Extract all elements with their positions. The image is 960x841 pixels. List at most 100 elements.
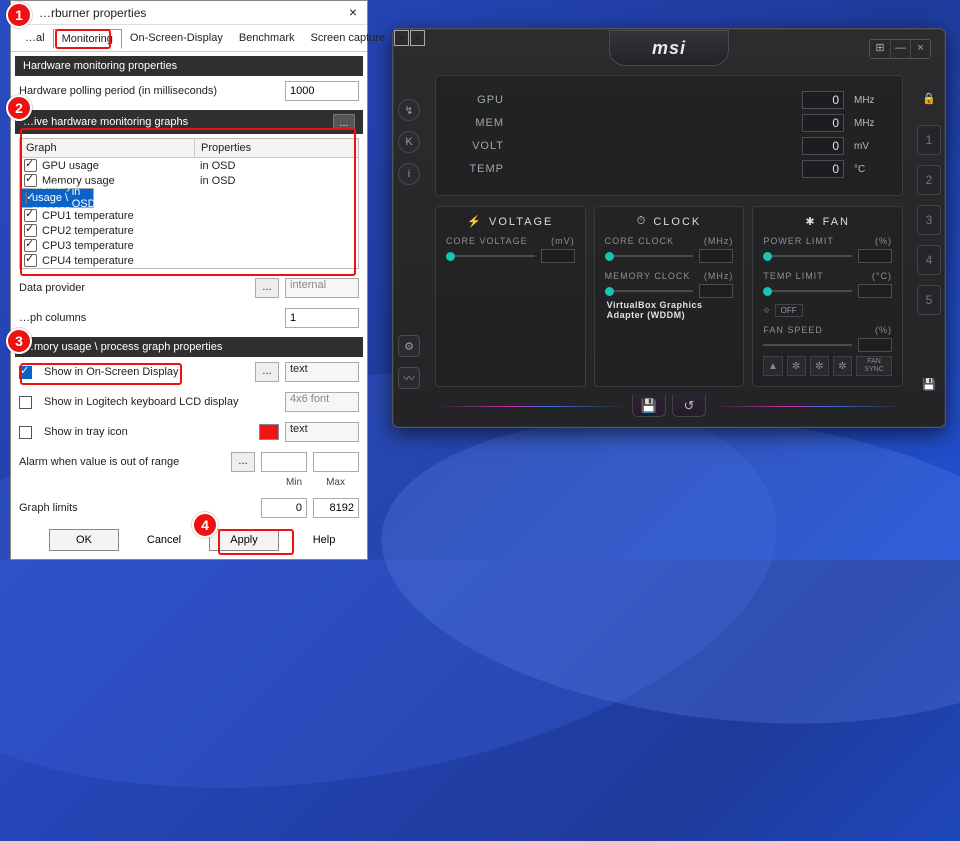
tab-scroll-right-icon[interactable]: ▸ — [410, 30, 425, 46]
tab-osd[interactable]: On-Screen-Display — [122, 29, 231, 47]
core-clock-value[interactable] — [699, 249, 733, 263]
power-limit-slider[interactable] — [763, 255, 852, 257]
monitor-icon[interactable]: 〰 — [398, 367, 420, 389]
gauge-icon: ⏱ — [637, 215, 648, 228]
callout-4: 4 — [192, 512, 218, 538]
graph-row[interactable]: CPU temperature — [20, 268, 358, 269]
profile-slot-3[interactable]: 3 — [917, 205, 941, 235]
apply-button[interactable]: Apply — [209, 529, 279, 551]
graph-row[interactable]: CPU1 temperature — [20, 208, 358, 223]
graph-row[interactable]: GPU usagein OSD — [20, 158, 358, 173]
profile-slot-1[interactable]: 1 — [917, 125, 941, 155]
core-clock-slider[interactable] — [605, 255, 694, 257]
startup-icon[interactable]: ↯ — [398, 99, 420, 121]
close-icon[interactable]: × — [343, 3, 363, 23]
fan-sync-button[interactable]: FAN SYNC — [856, 356, 892, 376]
info-icon[interactable]: i — [398, 163, 420, 185]
section-hardware-monitoring: Hardware monitoring properties — [15, 56, 363, 76]
tab-screen-capture[interactable]: Screen capture — [302, 29, 393, 47]
graph-checkbox[interactable] — [24, 209, 37, 222]
link-icon[interactable]: ⟐ — [763, 306, 769, 316]
fan-auto-toggle[interactable]: OFF — [775, 304, 803, 317]
alarm-more-button[interactable]: ... — [231, 452, 255, 472]
show-in-tray-mode[interactable]: text — [285, 422, 359, 442]
save-profile-icon[interactable]: 💾 — [918, 373, 940, 395]
dialog-titlebar[interactable]: …rburner properties × — [11, 1, 367, 25]
graph-limit-hi[interactable] — [313, 498, 359, 518]
tray-color-swatch[interactable] — [259, 424, 279, 440]
section-graph-properties: …mory usage \ process graph properties — [15, 337, 363, 357]
core-voltage-slider[interactable] — [446, 255, 535, 257]
profile-slot-5[interactable]: 5 — [917, 285, 941, 315]
show-in-osd-mode[interactable]: text — [285, 362, 359, 382]
tab-benchmark[interactable]: Benchmark — [231, 29, 303, 47]
show-in-tray-label: Show in tray icon — [44, 426, 253, 438]
graph-checkbox[interactable] — [24, 254, 37, 267]
cancel-button[interactable]: Cancel — [129, 529, 199, 551]
msi-minimize-icon[interactable]: — — [890, 40, 910, 58]
profile-sync2-icon[interactable]: ✼ — [810, 356, 829, 376]
profile-slot-2[interactable]: 2 — [917, 165, 941, 195]
graphs-list[interactable]: Graph Properties GPU usagein OSDMemory u… — [19, 138, 359, 269]
lock-icon[interactable]: 🔒 — [918, 87, 940, 109]
msi-close-icon[interactable]: × — [910, 40, 930, 58]
show-in-osd-checkbox[interactable] — [19, 366, 32, 379]
save-icon[interactable]: 💾 — [632, 395, 666, 417]
graph-row[interactable]: CPU4 temperature — [20, 253, 358, 268]
alarm-max-input[interactable] — [313, 452, 359, 472]
show-in-osd-more-button[interactable]: ... — [255, 362, 279, 382]
show-in-lcd-label: Show in Logitech keyboard LCD display — [44, 396, 279, 408]
graph-checkbox[interactable] — [24, 159, 37, 172]
profile-sync3-icon[interactable]: ✼ — [833, 356, 852, 376]
msi-compact-icon[interactable]: ⊞ — [870, 40, 890, 58]
graph-checkbox[interactable] — [25, 192, 27, 205]
graph-row[interactable]: Memory usage \ processin OSD — [20, 188, 94, 208]
memory-clock-value[interactable] — [699, 284, 733, 298]
graph-limits-label: Graph limits — [19, 502, 255, 514]
graph-columns-label: …ph columns — [19, 312, 279, 324]
temp-limit-value[interactable] — [858, 284, 892, 298]
msi-titlebar[interactable]: msi ⊞ — × — [393, 29, 945, 69]
data-provider-select[interactable]: internal — [285, 278, 359, 298]
ok-button[interactable]: OK — [49, 529, 119, 551]
help-button[interactable]: Help — [289, 529, 359, 551]
tab-general[interactable]: …al — [17, 29, 53, 47]
fan-speed-slider[interactable] — [763, 344, 852, 346]
settings-icon[interactable]: ⚙ — [398, 335, 420, 357]
power-limit-value[interactable] — [858, 249, 892, 263]
graph-columns-input[interactable] — [285, 308, 359, 328]
alarm-min-input[interactable] — [261, 452, 307, 472]
callout-2: 2 — [6, 95, 32, 121]
show-in-tray-checkbox[interactable] — [19, 426, 32, 439]
core-voltage-value[interactable] — [541, 249, 575, 263]
msi-save-bar: 💾 ↺ — [435, 395, 903, 417]
profile-sync1-icon[interactable]: ✼ — [787, 356, 806, 376]
show-in-lcd-mode[interactable]: 4x6 font — [285, 392, 359, 412]
msi-afterburner-window[interactable]: msi ⊞ — × ↯ K i ⚙ 〰 GPU0MHz MEM0MHz VOLT… — [392, 28, 946, 428]
dialog-title: …rburner properties — [39, 6, 146, 20]
profile-user-icon[interactable]: ▲ — [763, 356, 782, 376]
show-in-lcd-checkbox[interactable] — [19, 396, 32, 409]
temp-limit-slider[interactable] — [763, 290, 852, 292]
fan-speed-value[interactable] — [858, 338, 892, 352]
graph-row[interactable]: CPU3 temperature — [20, 238, 358, 253]
k-icon[interactable]: K — [398, 131, 420, 153]
tab-monitoring[interactable]: Monitoring — [53, 29, 122, 49]
msi-logo: msi — [609, 30, 729, 66]
graph-checkbox[interactable] — [24, 239, 37, 252]
graph-row[interactable]: CPU2 temperature — [20, 223, 358, 238]
graph-checkbox[interactable] — [24, 174, 37, 187]
graph-limit-lo[interactable] — [261, 498, 307, 518]
graph-checkbox[interactable] — [24, 224, 37, 237]
tab-scroll-left-icon[interactable]: ◂ — [394, 30, 409, 46]
section-active-graphs: …ive hardware monitoring graphs ... — [15, 110, 363, 134]
data-provider-more-button[interactable]: ... — [255, 278, 279, 298]
polling-period-input[interactable] — [285, 81, 359, 101]
profile-slot-4[interactable]: 4 — [917, 245, 941, 275]
memory-clock-slider[interactable] — [605, 290, 694, 292]
clock-column: ⏱CLOCK CORE CLOCK(MHz) MEMORY CLOCK(MHz)… — [594, 206, 745, 387]
active-graphs-more-button[interactable]: ... — [333, 114, 355, 130]
msi-window-buttons: ⊞ — × — [869, 39, 931, 59]
reset-icon[interactable]: ↺ — [672, 395, 706, 417]
msi-left-sidebar: ↯ K i ⚙ 〰 — [393, 69, 425, 409]
